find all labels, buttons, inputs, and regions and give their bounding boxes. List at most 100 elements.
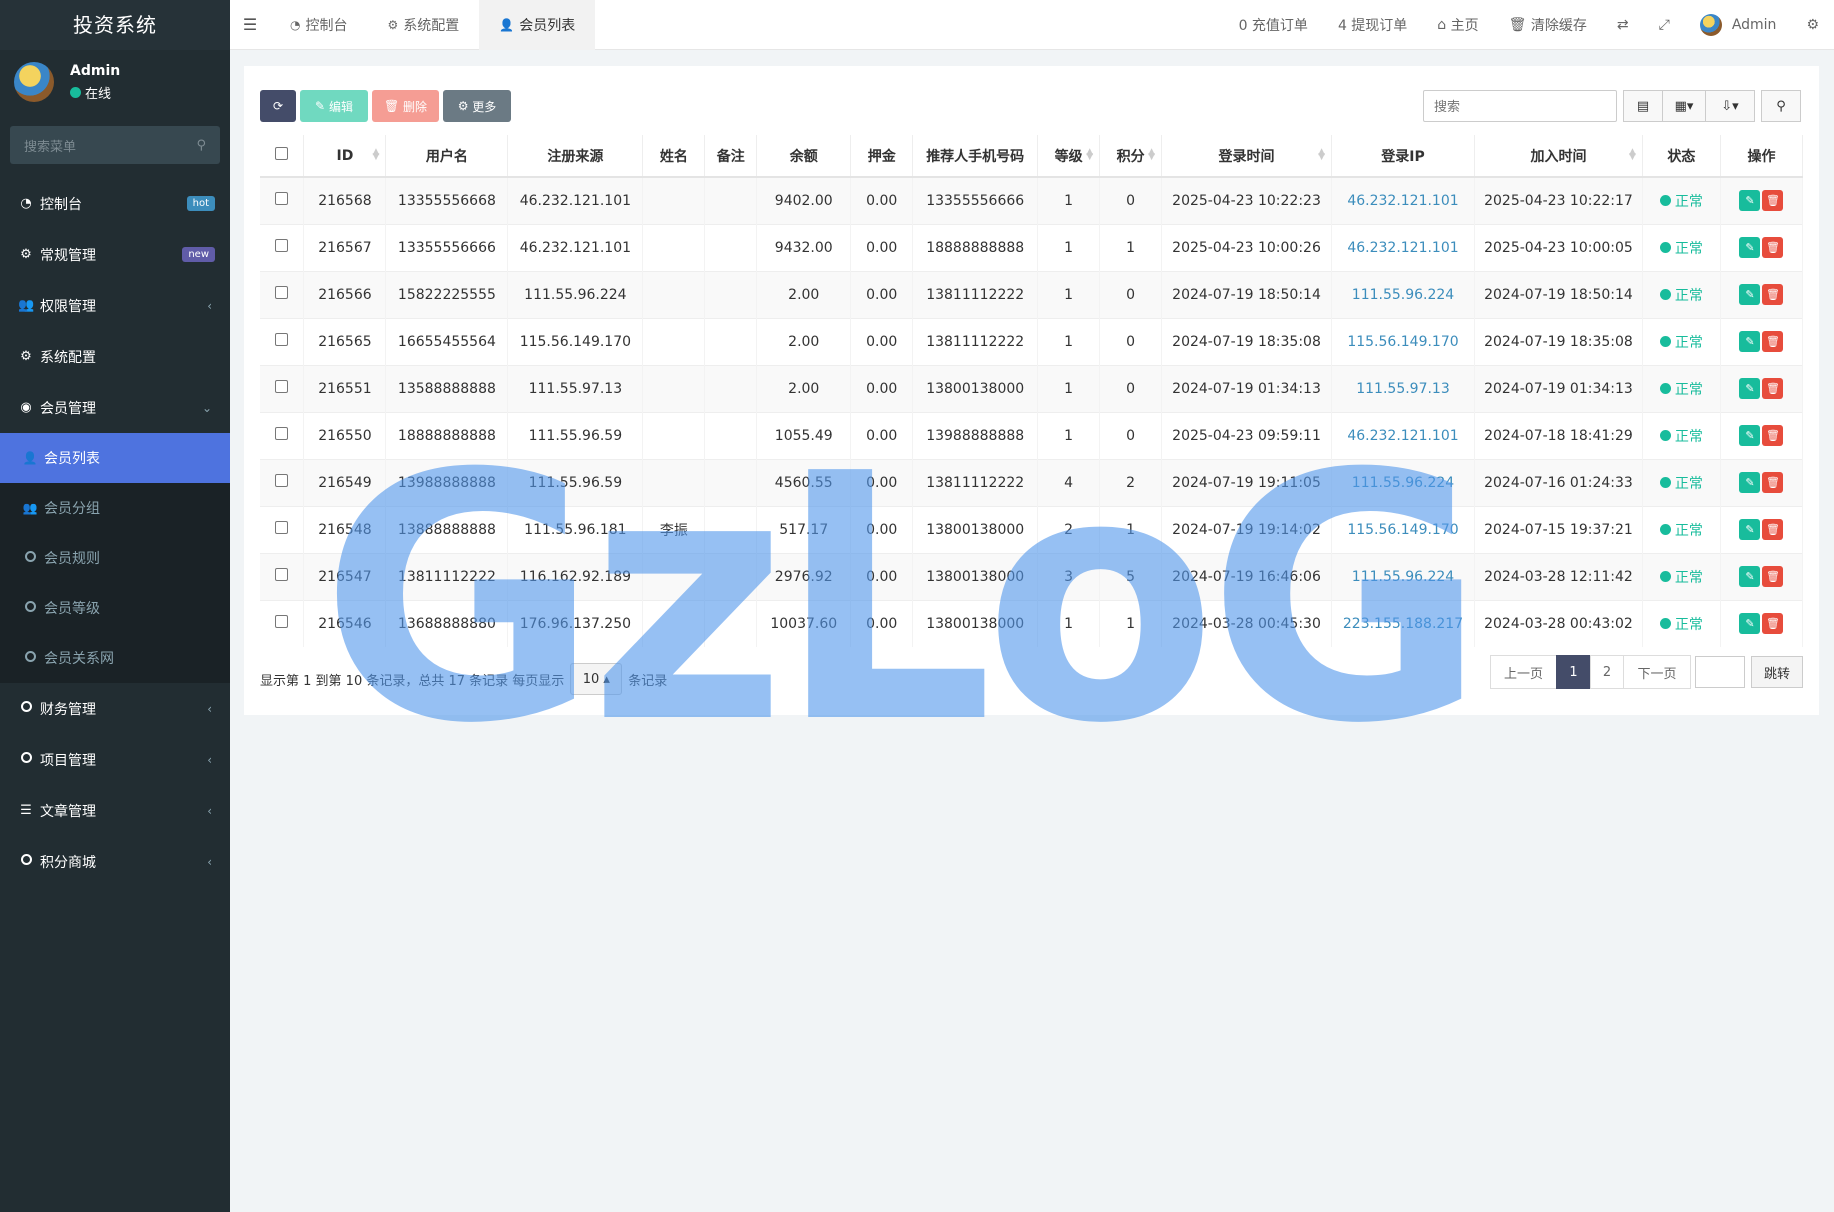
row-delete-button[interactable]: 🗑 — [1762, 425, 1784, 446]
login-ip-link[interactable]: 111.55.96.224 — [1331, 552, 1475, 600]
table-row[interactable]: 216549 13988888888 111.55.96.59 4560.55 0.00… — [260, 458, 1804, 506]
edit-button[interactable]: ✎ 编辑 — [300, 90, 368, 122]
clear-cache-button[interactable]: 🗑 清除缓存 — [1494, 15, 1602, 35]
admin-menu[interactable]: Admin — [1685, 13, 1792, 36]
language-icon[interactable]: ⇄ — [1602, 17, 1644, 33]
table-cell: 0.00 — [850, 223, 914, 271]
sidebar-item-member-list[interactable]: 👤 会员列表 — [0, 433, 230, 483]
row-edit-button[interactable]: ✎ — [1739, 284, 1761, 305]
table-row[interactable]: 216547 13811112222 116.162.92.189 2976.92 0.… — [260, 552, 1804, 600]
row-edit-button[interactable]: ✎ — [1739, 613, 1761, 635]
sidebar-item-finance[interactable]: 财务管理 ‹ — [0, 683, 230, 734]
sidebar-item-auth[interactable]: 👥 权限管理 ‹ — [0, 280, 230, 331]
menu-search-input[interactable]: 搜索菜单 ⚲ — [10, 126, 220, 164]
page-button-1[interactable]: 1 — [1556, 655, 1591, 689]
row-edit-button[interactable]: ✎ — [1739, 472, 1761, 493]
row-checkbox[interactable] — [260, 505, 305, 553]
row-edit-button[interactable]: ✎ — [1739, 519, 1761, 540]
login-ip-link[interactable]: 46.232.121.101 — [1331, 223, 1475, 271]
row-checkbox[interactable] — [260, 599, 305, 647]
row-delete-button[interactable]: 🗑 — [1762, 519, 1784, 540]
row-delete-button[interactable]: 🗑 — [1762, 284, 1784, 305]
row-delete-button[interactable]: 🗑 — [1762, 472, 1784, 493]
tab-config[interactable]: ⚙ 系统配置 — [367, 0, 479, 50]
sidebar-item-dashboard[interactable]: ◔ 控制台 hot — [0, 178, 230, 229]
sidebar-item-points-mall[interactable]: 积分商城 ‹ — [0, 836, 230, 887]
sidebar-item-member-group[interactable]: 👥 会员分组 — [0, 483, 230, 533]
row-edit-button[interactable]: ✎ — [1739, 378, 1761, 399]
tab-member-list[interactable]: 👤 会员列表 — [479, 0, 596, 50]
row-delete-button[interactable]: 🗑 — [1762, 566, 1784, 587]
row-edit-button[interactable]: ✎ — [1739, 566, 1761, 587]
row-delete-button[interactable]: 🗑 — [1762, 331, 1784, 352]
jump-button[interactable]: 跳转 — [1751, 656, 1803, 688]
sidebar-item-members[interactable]: ◉ 会员管理 ⌄ — [0, 382, 230, 433]
table-row[interactable]: 216566 15822225555 111.55.96.224 2.00 0.00 13… — [260, 270, 1804, 318]
row-checkbox[interactable] — [260, 223, 305, 271]
row-checkbox[interactable] — [260, 270, 305, 318]
delete-button[interactable]: 🗑 删除 — [372, 90, 439, 122]
column-header[interactable]: 加入时间 ▲ ▼ — [1474, 135, 1643, 178]
recharge-orders-link[interactable]: 0 充值订单 — [1224, 15, 1323, 35]
row-delete-button[interactable]: 🗑 — [1762, 378, 1784, 399]
toggle-view-button[interactable]: ▤ — [1623, 90, 1663, 122]
next-page-button[interactable]: 下一页 — [1623, 655, 1691, 689]
page-button-2[interactable]: 2 — [1590, 655, 1624, 689]
menu-toggle-icon[interactable]: ☰ — [230, 15, 270, 34]
row-delete-button[interactable]: 🗑 — [1762, 613, 1784, 635]
sidebar-item-config[interactable]: ⚙ 系统配置 — [0, 331, 230, 382]
row-delete-button[interactable]: 🗑 — [1762, 237, 1784, 258]
login-ip-link[interactable]: 111.55.97.13 — [1331, 364, 1475, 412]
table-row[interactable]: 216565 16655455564 115.56.149.170 2.00 0.00 1… — [260, 317, 1804, 365]
settings-icon[interactable]: ⚙ — [1791, 17, 1834, 33]
sidebar-item-general[interactable]: ⚙ 常规管理 new — [0, 229, 230, 280]
table-row[interactable]: 216568 13355556668 46.232.121.101 9402.00 0.… — [260, 176, 1804, 224]
prev-page-button[interactable]: 上一页 — [1490, 655, 1557, 689]
login-ip-link[interactable]: 46.232.121.101 — [1331, 176, 1475, 224]
page-size-select[interactable]: 10 ▴ — [570, 663, 623, 695]
row-edit-button[interactable]: ✎ — [1739, 237, 1761, 258]
sidebar-item-member-network[interactable]: 会员关系网 — [0, 633, 230, 683]
row-edit-button[interactable]: ✎ — [1739, 190, 1761, 212]
export-button[interactable]: ⇩▾ — [1705, 90, 1755, 122]
login-ip-link[interactable]: 46.232.121.101 — [1331, 411, 1475, 459]
table-row[interactable]: 216548 13888888888 111.55.96.181 李振 517.17 0.… — [260, 505, 1804, 553]
login-ip-link[interactable]: 111.55.96.224 — [1331, 270, 1475, 318]
login-ip-link[interactable]: 115.56.149.170 — [1331, 505, 1475, 553]
row-edit-button[interactable]: ✎ — [1739, 331, 1761, 352]
row-checkbox[interactable] — [260, 552, 305, 600]
sidebar-item-member-rule[interactable]: 会员规则 — [0, 533, 230, 583]
jump-page-input[interactable] — [1695, 656, 1745, 688]
sidebar-item-member-level[interactable]: 会员等级 — [0, 583, 230, 633]
column-header[interactable]: 积分 ▲ ▼ — [1099, 135, 1163, 178]
table-row[interactable]: 216567 13355556666 46.232.121.101 9432.00 0.… — [260, 223, 1804, 271]
select-all-checkbox[interactable] — [260, 135, 305, 178]
table-row[interactable]: 216550 18888888888 111.55.96.59 1055.49 0.00… — [260, 411, 1804, 459]
refresh-button[interactable]: ⟳ — [260, 90, 296, 122]
login-ip-link[interactable]: 223.155.188.217 — [1331, 599, 1475, 647]
table-row[interactable]: 216546 13688888880 176.96.137.250 10037.60 0… — [260, 599, 1804, 647]
advanced-search-button[interactable]: ⚲ — [1761, 90, 1801, 122]
fullscreen-icon[interactable]: ⤢ — [1644, 17, 1685, 33]
home-link[interactable]: ⌂ 主页 — [1422, 15, 1493, 35]
login-ip-link[interactable]: 115.56.149.170 — [1331, 317, 1475, 365]
table-row[interactable]: 216551 13588888888 111.55.97.13 2.00 0.00 138… — [260, 364, 1804, 412]
row-checkbox[interactable] — [260, 317, 305, 365]
row-checkbox[interactable] — [260, 411, 305, 459]
sidebar-item-article[interactable]: ☰ 文章管理 ‹ — [0, 785, 230, 836]
row-checkbox[interactable] — [260, 458, 305, 506]
columns-button[interactable]: ▦▾ — [1662, 90, 1706, 122]
column-header[interactable]: 登录时间 ▲ ▼ — [1161, 135, 1333, 178]
withdraw-orders-link[interactable]: 4 提现订单 — [1323, 15, 1422, 35]
row-checkbox[interactable] — [260, 176, 305, 224]
tab-dashboard[interactable]: ◔ 控制台 — [270, 0, 367, 50]
sidebar-item-project[interactable]: 项目管理 ‹ — [0, 734, 230, 785]
row-checkbox[interactable] — [260, 364, 305, 412]
row-edit-button[interactable]: ✎ — [1739, 425, 1761, 446]
more-button[interactable]: ⚙ 更多 — [443, 90, 511, 122]
login-ip-link[interactable]: 111.55.96.224 — [1331, 458, 1475, 506]
column-header[interactable]: 等级 ▲ ▼ — [1037, 135, 1101, 178]
column-header[interactable]: ID ▲ ▼ — [303, 135, 387, 178]
row-delete-button[interactable]: 🗑 — [1762, 190, 1784, 212]
table-search-input[interactable] — [1423, 90, 1617, 122]
